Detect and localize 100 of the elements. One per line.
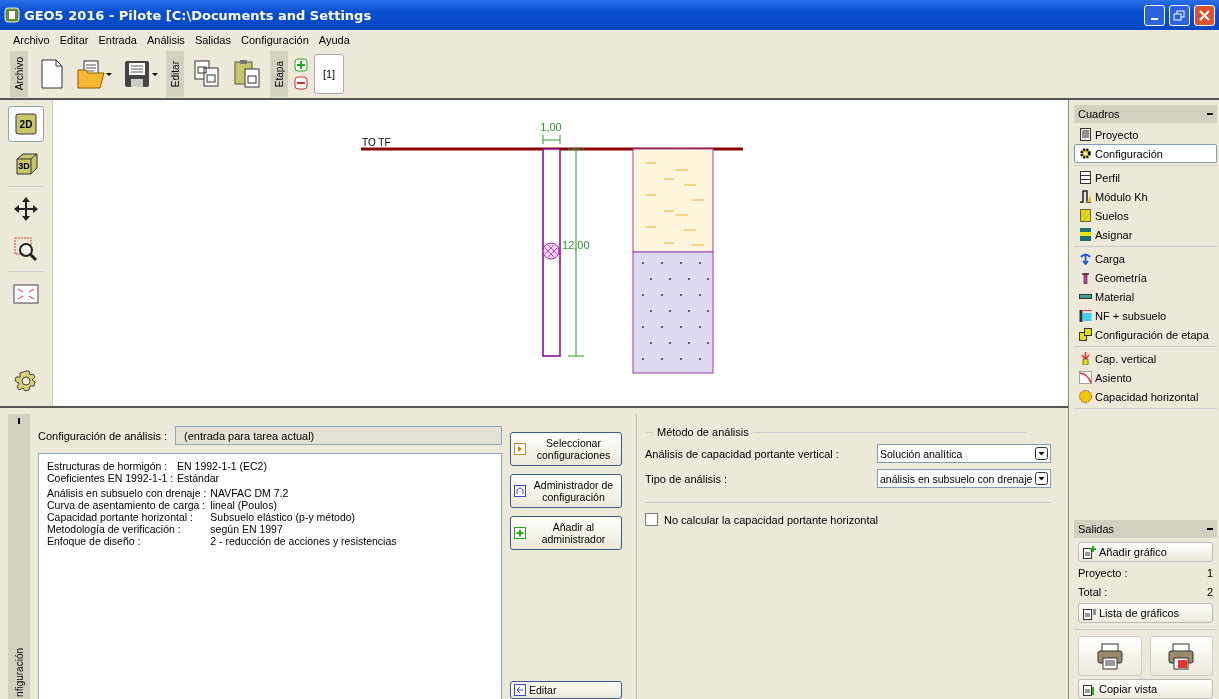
minimize-button[interactable] bbox=[1144, 4, 1165, 26]
setting-value: lineal (Poulos) bbox=[210, 499, 278, 511]
menu-item[interactable]: Análisis bbox=[141, 32, 190, 48]
toolbar-group-label: Editar bbox=[166, 51, 184, 97]
chart-list-button[interactable]: Lista de gráficos bbox=[1078, 603, 1213, 623]
sidebar-item[interactable]: Carga bbox=[1074, 249, 1217, 268]
panel-tab[interactable]: nfiguración bbox=[8, 414, 30, 699]
panel-button[interactable]: Administrador de configuración bbox=[510, 474, 622, 508]
setting-value: según EN 1997 bbox=[210, 523, 284, 535]
setting-label: Curva de asentamiento de carga : bbox=[47, 499, 207, 511]
field-label: Configuración de análisis : bbox=[38, 429, 168, 442]
count-label: Proyecto : bbox=[1078, 567, 1128, 579]
stage-button[interactable]: [1] bbox=[314, 54, 344, 94]
level-label: TO TF bbox=[362, 137, 391, 148]
setting-label: Enfoque de diseño : bbox=[47, 535, 142, 547]
clipboard-icon bbox=[232, 58, 262, 90]
hatched-square-icon bbox=[1079, 209, 1092, 222]
pile-head-marker bbox=[542, 242, 560, 260]
setting-value: Estándar bbox=[177, 472, 221, 484]
load-arrow-icon bbox=[1079, 252, 1092, 265]
move-arrows-icon[interactable] bbox=[13, 196, 39, 222]
documents-icon bbox=[192, 58, 222, 90]
field-label: Tipo de análisis : bbox=[645, 472, 728, 485]
menu-item[interactable]: Configuración bbox=[235, 32, 314, 48]
sidebar-item[interactable]: Cap. vertical bbox=[1074, 349, 1217, 368]
plus-icon[interactable] bbox=[294, 58, 308, 72]
sidebar-item[interactable]: Capacidad horizontal bbox=[1074, 387, 1217, 406]
sidebar-item[interactable]: Módulo Kh bbox=[1074, 187, 1217, 206]
toolbar-group-label: Etapa bbox=[270, 51, 288, 97]
down-arrow-icon bbox=[1079, 352, 1092, 365]
dimension-label: 12,00 bbox=[562, 239, 590, 251]
edit-button[interactable]: Editar bbox=[510, 681, 622, 699]
numbered-squares-icon bbox=[1079, 328, 1092, 341]
restore-button[interactable] bbox=[1169, 4, 1190, 26]
app-icon bbox=[4, 7, 20, 23]
window-title: GEO5 2016 - Pilote [C:\Documents and Settings bbox=[24, 7, 373, 23]
count-label: Total : bbox=[1078, 586, 1108, 598]
count-value: 2 bbox=[1206, 586, 1213, 598]
setting-value: NAVFAC DM 7.2 bbox=[210, 487, 290, 499]
group-title: Método de análisis bbox=[657, 426, 749, 438]
menu-item[interactable]: Entrada bbox=[93, 32, 142, 48]
setting-label: Capacidad portante horizontal : bbox=[47, 511, 194, 523]
panel-header: Salidas bbox=[1074, 520, 1217, 538]
minimize-icon bbox=[1151, 18, 1158, 20]
setting-value: 2 - reducción de acciones y resistencias bbox=[210, 535, 397, 547]
dimension-label: 1,00 bbox=[540, 121, 562, 133]
chart-page-icon bbox=[1083, 545, 1096, 559]
add-chart-button[interactable]: Añadir gráfico bbox=[1078, 542, 1213, 562]
setting-value: Subsuelo elástico (p-y método) bbox=[210, 511, 357, 523]
copy-view-button[interactable]: Copiar vista bbox=[1078, 679, 1213, 699]
sidebar-item[interactable]: Suelos bbox=[1074, 206, 1217, 225]
water-level-icon bbox=[1079, 309, 1092, 322]
panel-header: Cuadros bbox=[1074, 105, 1217, 123]
dropdown[interactable]: Solución analítica bbox=[877, 444, 1051, 463]
printer-icon bbox=[1095, 642, 1124, 670]
menu-item[interactable]: Ayuda bbox=[313, 32, 355, 48]
document-icon bbox=[1079, 128, 1092, 141]
sidebar-item[interactable]: Asignar bbox=[1074, 225, 1217, 244]
minus-icon[interactable] bbox=[294, 76, 308, 90]
menu-item[interactable]: Editar bbox=[54, 32, 94, 48]
print-button[interactable] bbox=[1078, 636, 1142, 676]
pile-icon bbox=[1079, 271, 1092, 284]
panel-button[interactable]: Seleccionar configuraciones bbox=[510, 432, 622, 466]
gear-icon bbox=[1079, 147, 1092, 160]
arrow-icon bbox=[514, 684, 526, 696]
setting-label: Coeficientes EN 1992-1-1 : bbox=[47, 472, 174, 484]
chart-page-icon bbox=[1083, 606, 1096, 620]
caret-icon bbox=[106, 72, 112, 76]
gear-icon[interactable] bbox=[13, 369, 39, 395]
sidebar-item[interactable]: Configuración de etapa bbox=[1074, 325, 1217, 344]
panel-button[interactable]: Añadir al administrador bbox=[510, 516, 622, 550]
settings-field: (entrada para tarea actual) bbox=[175, 426, 502, 445]
menu-item[interactable]: Archivo bbox=[8, 32, 55, 48]
setting-label: Metodología de verificación : bbox=[47, 523, 182, 535]
dimension-line bbox=[542, 134, 561, 145]
setting-label: Estructuras de hormigón : bbox=[47, 460, 169, 472]
sidebar-item[interactable]: Asiento bbox=[1074, 368, 1217, 387]
menu-item[interactable]: Salidas bbox=[189, 32, 236, 48]
sidebar-item[interactable]: Geometría bbox=[1074, 268, 1217, 287]
dropdown[interactable]: análisis en subsuelo con drenaje bbox=[877, 469, 1051, 488]
curve-chart-icon bbox=[1079, 371, 1092, 384]
zoom-icon[interactable] bbox=[13, 236, 39, 262]
print-button[interactable] bbox=[1149, 636, 1213, 676]
setting-label: Análisis en subsuelo con drenaje : bbox=[47, 487, 207, 499]
sidebar-item[interactable]: Material bbox=[1074, 287, 1217, 306]
step-chart-icon bbox=[1079, 190, 1092, 203]
plus-icon bbox=[514, 527, 526, 539]
sidebar-item[interactable]: Configuración bbox=[1074, 144, 1217, 163]
printer-icon bbox=[1167, 642, 1196, 670]
sidebar-item[interactable]: Proyecto bbox=[1074, 125, 1217, 144]
sidebar-item[interactable]: Perfil bbox=[1074, 168, 1217, 187]
count-value: 1 bbox=[1206, 567, 1213, 579]
checkbox-label: No calcular la capacidad portante horizontal bbox=[664, 513, 879, 526]
checkbox[interactable] bbox=[645, 513, 658, 526]
folder-icon bbox=[76, 58, 106, 90]
close-button[interactable] bbox=[1194, 4, 1215, 26]
fit-view-icon[interactable] bbox=[13, 281, 39, 307]
sidebar-item[interactable]: NF + subsuelo bbox=[1074, 306, 1217, 325]
chart-page-icon bbox=[1083, 682, 1096, 696]
field-label: Análisis de capacidad portante vertical : bbox=[645, 447, 839, 460]
